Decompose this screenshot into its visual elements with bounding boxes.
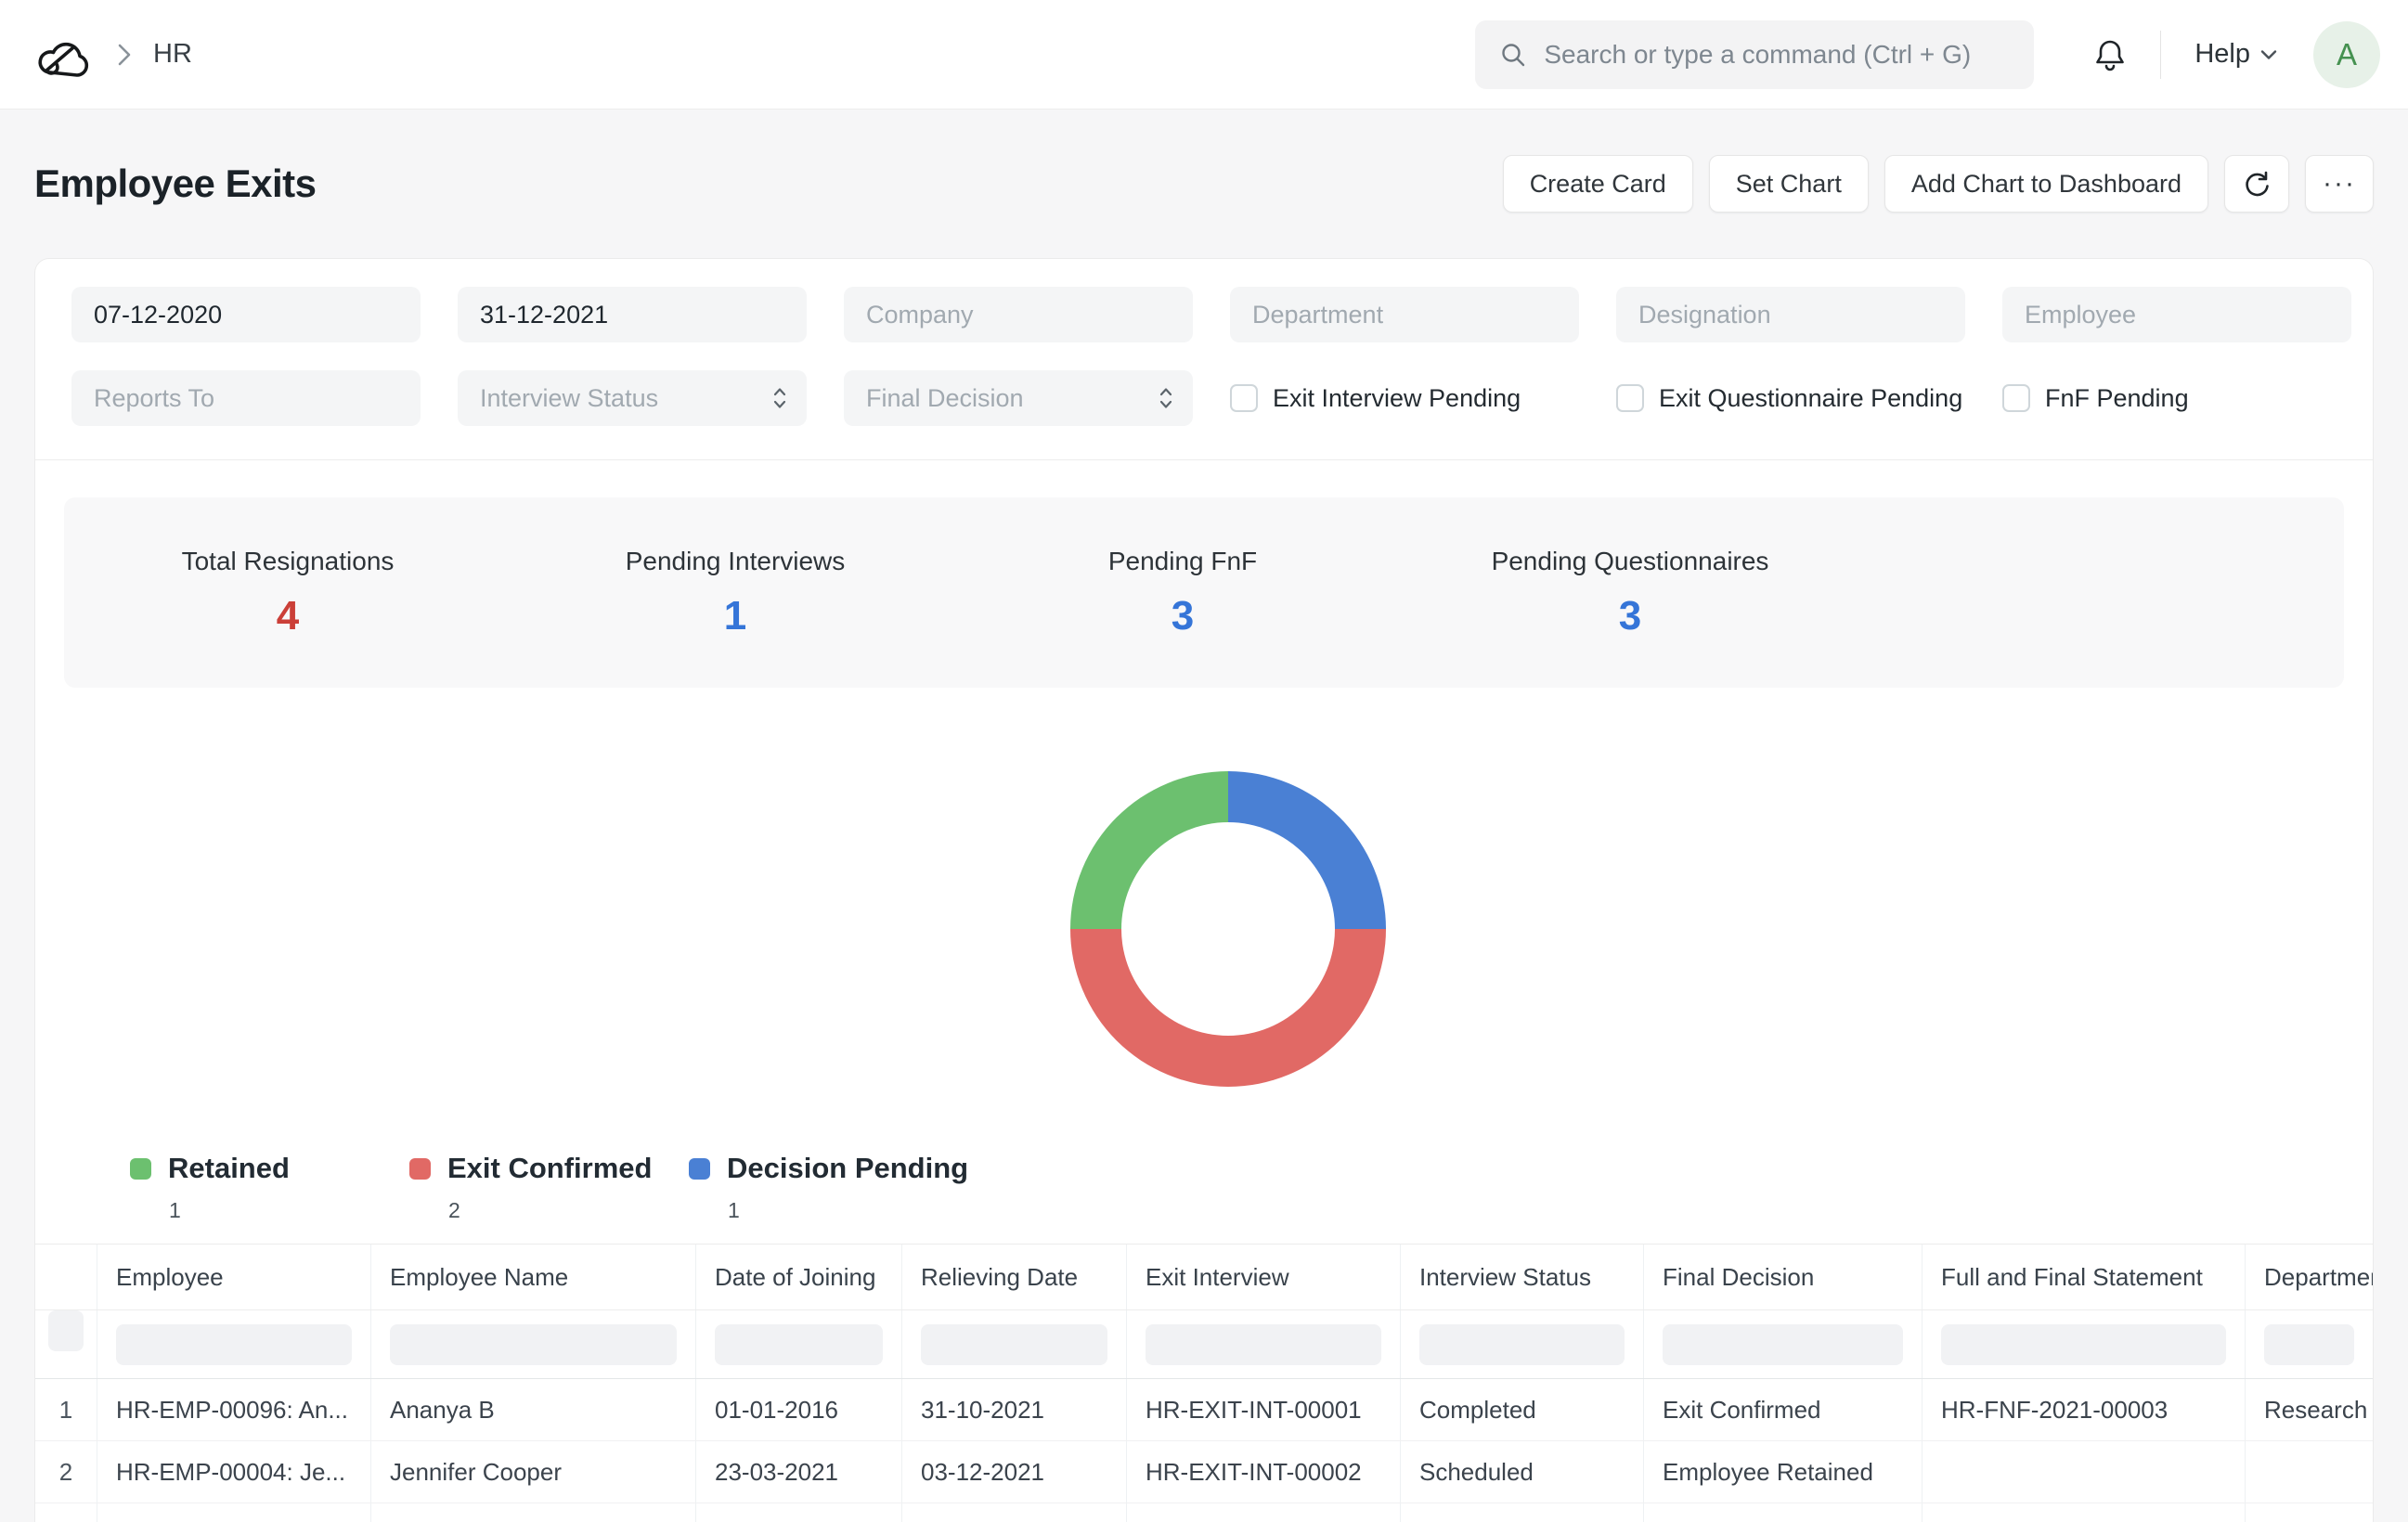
final-decision-filter-input[interactable] bbox=[1663, 1324, 1903, 1365]
chart-legend: Retained 1 Exit Confirmed 2 Decision Pen… bbox=[130, 1152, 2373, 1223]
col-department[interactable]: Department bbox=[2245, 1245, 2373, 1309]
date-of-joining-filter-input[interactable] bbox=[715, 1324, 883, 1365]
department-input[interactable] bbox=[1230, 287, 1579, 342]
col-exit-interview[interactable]: Exit Interview bbox=[1126, 1245, 1400, 1309]
col-fnf-statement[interactable]: Full and Final Statement bbox=[1922, 1245, 2245, 1309]
col-interview-status[interactable]: Interview Status bbox=[1400, 1245, 1643, 1309]
dashboard-card: Interview Status Final Decision Exit Int… bbox=[34, 258, 2374, 1522]
col-rownum bbox=[35, 1245, 97, 1309]
exit-interview-pending-field: Exit Interview Pending bbox=[1230, 370, 1579, 426]
navbar: HR Help A bbox=[0, 0, 2408, 110]
interview-status-select[interactable]: Interview Status bbox=[458, 370, 807, 426]
fnf-pending-checkbox[interactable] bbox=[2002, 384, 2030, 412]
col-employee[interactable]: Employee bbox=[97, 1245, 370, 1309]
table-header-row: Employee Employee Name Date of Joining R… bbox=[35, 1245, 2373, 1310]
reports-to-input[interactable] bbox=[71, 370, 421, 426]
stat-pending-questionnaires: Pending Questionnaires 3 bbox=[1406, 547, 1854, 639]
legend-item-retained[interactable]: Retained 1 bbox=[130, 1152, 409, 1223]
employee-name-filter-input[interactable] bbox=[390, 1324, 677, 1365]
designation-input[interactable] bbox=[1616, 287, 1965, 342]
chevron-right-icon bbox=[116, 42, 133, 68]
select-chevrons-icon bbox=[1158, 384, 1174, 412]
app-logo-icon[interactable] bbox=[34, 29, 90, 81]
exits-table: Employee Employee Name Date of Joining R… bbox=[35, 1244, 2373, 1522]
legend-swatch bbox=[409, 1158, 431, 1180]
global-search[interactable] bbox=[1475, 20, 2034, 89]
final-decision-select[interactable]: Final Decision bbox=[844, 370, 1193, 426]
exit-questionnaire-pending-checkbox[interactable] bbox=[1616, 384, 1644, 412]
employee-filter-input[interactable] bbox=[116, 1324, 352, 1365]
select-chevrons-icon bbox=[771, 384, 788, 412]
rownum-filter-input[interactable] bbox=[48, 1310, 84, 1351]
notifications-bell-icon[interactable] bbox=[2093, 37, 2127, 72]
refresh-button[interactable] bbox=[2224, 155, 2289, 213]
interview-status-filter-input[interactable] bbox=[1419, 1324, 1625, 1365]
page-header: Employee Exits Create Card Set Chart Add… bbox=[34, 110, 2374, 258]
legend-item-exit-confirmed[interactable]: Exit Confirmed 2 bbox=[409, 1152, 689, 1223]
help-label: Help bbox=[2194, 39, 2250, 70]
fnf-pending-field: FnF Pending bbox=[2002, 370, 2351, 426]
page-title: Employee Exits bbox=[34, 161, 316, 206]
set-chart-button[interactable]: Set Chart bbox=[1709, 155, 1869, 213]
legend-swatch bbox=[689, 1158, 710, 1180]
legend-swatch bbox=[130, 1158, 151, 1180]
company-input[interactable] bbox=[844, 287, 1193, 342]
search-input[interactable] bbox=[1544, 40, 2010, 70]
stat-total-resignations: Total Resignations 4 bbox=[64, 547, 511, 639]
more-menu-button[interactable]: ··· bbox=[2305, 155, 2374, 213]
col-final-decision[interactable]: Final Decision bbox=[1643, 1245, 1922, 1309]
department-filter-input[interactable] bbox=[2264, 1324, 2354, 1365]
table-row[interactable]: 3 HR-EMP-00097: Te... Test Emp 18-02-201… bbox=[35, 1503, 2373, 1522]
exit-interview-filter-input[interactable] bbox=[1146, 1324, 1381, 1365]
table-filter-row bbox=[35, 1310, 2373, 1379]
chart-area bbox=[35, 771, 2373, 1087]
from-date-input[interactable] bbox=[71, 287, 421, 342]
table-row[interactable]: 1 HR-EMP-00096: An... Ananya B 01-01-201… bbox=[35, 1379, 2373, 1441]
help-menu[interactable]: Help bbox=[2194, 39, 2278, 70]
page-actions: Create Card Set Chart Add Chart to Dashb… bbox=[1503, 155, 2374, 213]
exit-interview-pending-checkbox[interactable] bbox=[1230, 384, 1258, 412]
legend-item-decision-pending[interactable]: Decision Pending 1 bbox=[689, 1152, 968, 1223]
col-employee-name[interactable]: Employee Name bbox=[370, 1245, 695, 1309]
create-card-button[interactable]: Create Card bbox=[1503, 155, 1693, 213]
add-chart-to-dashboard-button[interactable]: Add Chart to Dashboard bbox=[1884, 155, 2208, 213]
refresh-icon bbox=[2242, 169, 2272, 199]
stat-pending-fnf: Pending FnF 3 bbox=[959, 547, 1406, 639]
stat-pending-interviews: Pending Interviews 1 bbox=[511, 547, 959, 639]
filter-section: Interview Status Final Decision Exit Int… bbox=[35, 259, 2373, 460]
col-date-of-joining[interactable]: Date of Joining bbox=[695, 1245, 901, 1309]
fnf-statement-filter-input[interactable] bbox=[1941, 1324, 2226, 1365]
breadcrumb[interactable]: HR bbox=[153, 39, 192, 70]
col-relieving-date[interactable]: Relieving Date bbox=[901, 1245, 1126, 1309]
employee-input[interactable] bbox=[2002, 287, 2351, 342]
to-date-input[interactable] bbox=[458, 287, 807, 342]
relieving-date-filter-input[interactable] bbox=[921, 1324, 1107, 1365]
user-avatar[interactable]: A bbox=[2313, 21, 2380, 88]
exit-questionnaire-pending-field: Exit Questionnaire Pending bbox=[1616, 370, 1965, 426]
table-row[interactable]: 2 HR-EMP-00004: Je... Jennifer Cooper 23… bbox=[35, 1441, 2373, 1503]
navbar-divider bbox=[2160, 31, 2161, 79]
chevron-down-icon bbox=[2259, 48, 2278, 61]
number-cards: Total Resignations 4 Pending Interviews … bbox=[64, 497, 2344, 688]
search-icon bbox=[1499, 41, 1527, 69]
donut-chart[interactable] bbox=[1070, 771, 1386, 1087]
